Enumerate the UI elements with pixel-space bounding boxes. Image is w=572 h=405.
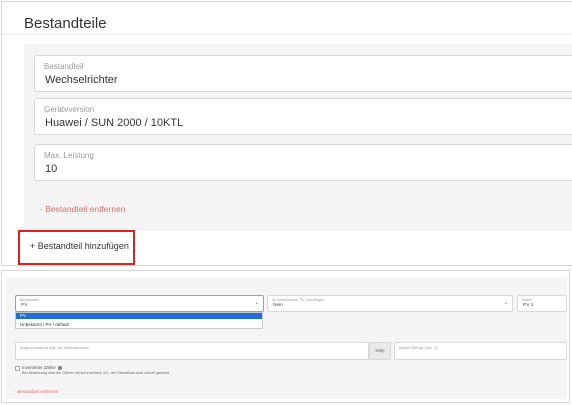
chevron-down-icon: ⌄ bbox=[503, 300, 508, 306]
title-divider bbox=[2, 34, 572, 35]
chevron-down-icon: ⌄ bbox=[254, 300, 259, 306]
device-version-field[interactable]: Geräteversion Huawei / SUN 2000 / 10KTL bbox=[34, 98, 572, 135]
device-version-label: Geräteversion bbox=[44, 105, 95, 114]
name-value: PV 1 bbox=[523, 303, 534, 308]
panel-title: Bestandteile bbox=[24, 15, 107, 32]
component-form-section: Bestandteil PV ⌄ PV Unbekannt / PV / def… bbox=[6, 277, 567, 399]
remove-component-link[interactable]: - Bestandteil entfernen bbox=[40, 204, 126, 214]
device-version-value: Huawei / SUN 2000 / 10KTL bbox=[45, 117, 184, 129]
inverted-meter-label: Invertierter Zähler i bbox=[22, 365, 63, 370]
info-icon[interactable]: i bbox=[58, 365, 63, 370]
max-power-value: 10 bbox=[45, 163, 58, 175]
kwp-input[interactable]: Angeschlossene kWp am Wechselrichter bbox=[15, 342, 369, 360]
inverted-meter-checkbox[interactable] bbox=[15, 366, 20, 371]
inverted-meter-label-text: Invertierter Zähler bbox=[22, 365, 56, 370]
kwp-unit: kWp bbox=[369, 342, 391, 360]
strings-input[interactable]: Anzahl Strings (min. 1) bbox=[394, 342, 567, 360]
component-form-panel: Bestandteil PV ⌄ PV Unbekannt / PV / def… bbox=[1, 270, 570, 403]
name-field[interactable]: Name PV 1 bbox=[517, 295, 567, 312]
dropdown-option-unknown[interactable]: Unbekannt / PV / default bbox=[16, 322, 262, 328]
inverted-meter-help: Bei Aktivierung wird der Zähler virtuell… bbox=[22, 371, 171, 375]
existing-pv-select[interactable]: Zu bestehender PV hinzufügen Nein ⌄ bbox=[267, 295, 513, 312]
strings-placeholder: Anzahl Strings (min. 1) bbox=[399, 346, 438, 350]
component-field-value: Wechselrichter bbox=[45, 74, 118, 86]
component-select-label: Bestandteil bbox=[20, 298, 39, 302]
component-select[interactable]: Bestandteil PV ⌄ bbox=[15, 295, 264, 312]
existing-pv-value: Nein bbox=[273, 303, 283, 308]
component-section: Bestandteil Wechselrichter Geräteversion… bbox=[24, 44, 572, 231]
add-component-link[interactable]: + Bestandteil hinzufügen bbox=[30, 241, 129, 251]
max-power-field[interactable]: Max. Leistung 10 bbox=[34, 144, 572, 181]
dropdown-option-pv[interactable]: PV bbox=[16, 313, 262, 319]
component-dropdown: PV Unbekannt / PV / default bbox=[15, 312, 263, 329]
remove-component-link-small[interactable]: - Bestandteil entfernen bbox=[15, 389, 58, 394]
name-label: Name bbox=[522, 298, 533, 302]
component-field[interactable]: Bestandteil Wechselrichter bbox=[34, 55, 572, 92]
component-field-label: Bestandteil bbox=[44, 62, 84, 71]
existing-pv-label: Zu bestehender PV hinzufügen bbox=[272, 298, 325, 302]
kwp-placeholder: Angeschlossene kWp am Wechselrichter bbox=[20, 346, 89, 350]
component-select-value: PV bbox=[21, 303, 28, 308]
max-power-label: Max. Leistung bbox=[44, 151, 94, 160]
components-panel: Bestandteile Bestandteil Wechselrichter … bbox=[1, 1, 572, 266]
